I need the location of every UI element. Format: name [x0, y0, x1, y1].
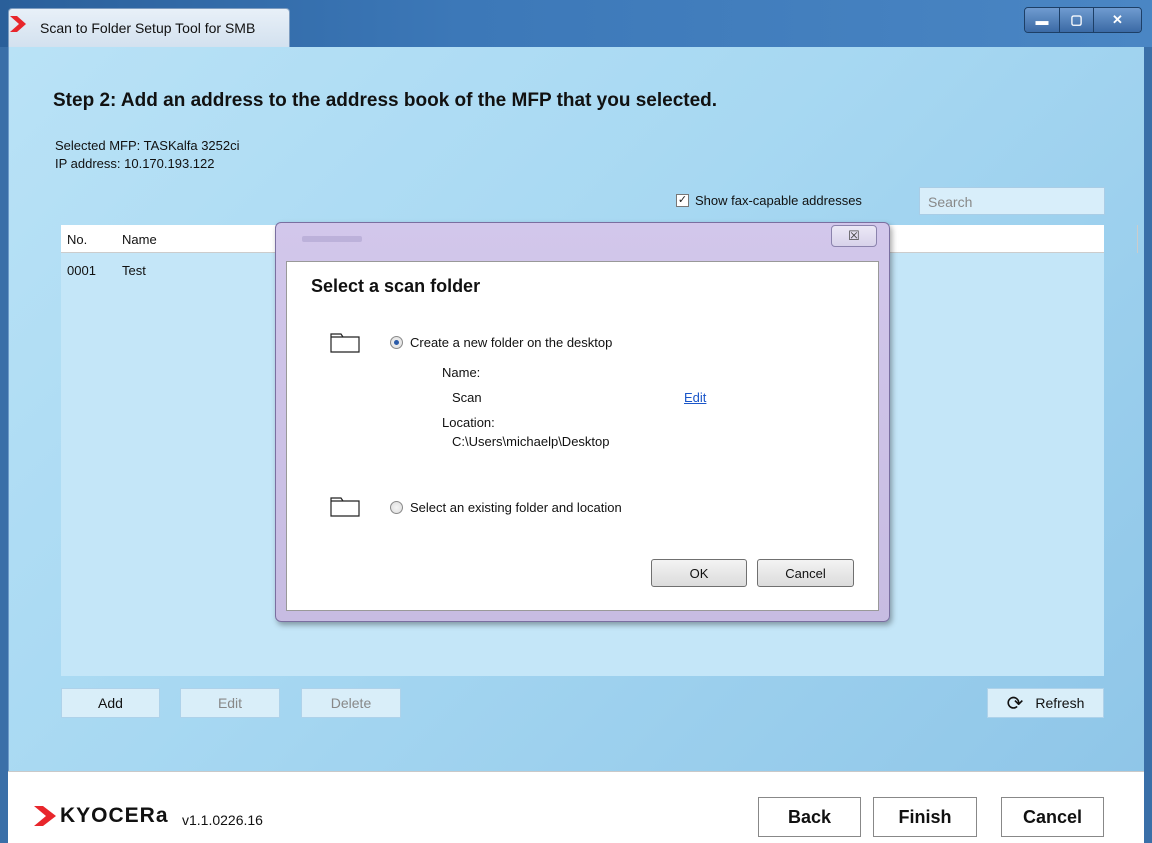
location-value: C:\Users\michaelp\Desktop	[452, 434, 610, 449]
select-existing-folder-label: Select an existing folder and location	[410, 500, 622, 515]
maximize-icon[interactable]: ▢	[1059, 8, 1093, 32]
column-header-name[interactable]: Name	[122, 232, 157, 247]
create-new-folder-option[interactable]: Create a new folder on the desktop	[390, 335, 612, 350]
edit-button[interactable]: Edit	[180, 688, 280, 718]
refresh-label: Refresh	[1035, 695, 1085, 711]
version-label: v1.1.0226.16	[182, 812, 263, 828]
folder-name-value: Scan	[452, 390, 482, 405]
fax-capable-checkbox-row[interactable]: ✓ Show fax-capable addresses	[676, 193, 862, 208]
name-label: Name:	[442, 365, 481, 380]
ip-address-label: IP address: 10.170.193.122	[55, 156, 215, 171]
dialog-cancel-button[interactable]: Cancel	[757, 559, 854, 587]
kyocera-logo: KYOCERa	[34, 804, 169, 828]
cancel-button[interactable]: Cancel	[1001, 797, 1104, 837]
close-icon[interactable]: ✕	[1093, 8, 1141, 32]
fax-capable-label: Show fax-capable addresses	[695, 193, 862, 208]
ok-button[interactable]: OK	[651, 559, 747, 587]
table-row-no[interactable]: 0001	[67, 263, 96, 278]
footer: KYOCERa v1.1.0226.16 Back Finish Cancel	[8, 771, 1144, 843]
dialog-heading: Select a scan folder	[311, 276, 481, 296]
window-title: Scan to Folder Setup Tool for SMB	[40, 20, 256, 36]
dialog-title-blur	[302, 236, 362, 242]
refresh-icon: ⟳	[1006, 692, 1024, 715]
refresh-button[interactable]: ⟳ Refresh	[987, 688, 1104, 718]
folder-icon	[330, 333, 360, 353]
dialog-body: Select a scan folder Create a new folder…	[286, 261, 879, 611]
dialog-close-icon[interactable]: ☒	[831, 225, 877, 247]
column-divider	[1137, 225, 1138, 253]
fax-capable-checkbox[interactable]: ✓	[676, 194, 689, 207]
select-existing-folder-option[interactable]: Select an existing folder and location	[390, 500, 622, 515]
add-button[interactable]: Add	[61, 688, 160, 718]
back-button[interactable]: Back	[758, 797, 861, 837]
page-title: Step 2: Add an address to the address bo…	[53, 90, 718, 111]
create-new-folder-radio[interactable]	[390, 336, 403, 349]
kyocera-logo-icon	[34, 806, 56, 826]
table-row-name[interactable]: Test	[122, 263, 146, 278]
kyocera-app-icon	[10, 16, 26, 32]
edit-name-link[interactable]: Edit	[684, 390, 706, 405]
title-bar: Scan to Folder Setup Tool for SMB ▬ ▢ ✕	[0, 0, 1152, 47]
minimize-icon[interactable]: ▬	[1025, 8, 1059, 32]
select-existing-folder-radio[interactable]	[390, 501, 403, 514]
window-controls: ▬ ▢ ✕	[1024, 7, 1142, 33]
delete-button[interactable]: Delete	[301, 688, 401, 718]
create-new-folder-label: Create a new folder on the desktop	[410, 335, 613, 350]
kyocera-logo-text: KYOCERa	[60, 804, 169, 827]
finish-button[interactable]: Finish	[873, 797, 977, 837]
search-input[interactable]: Search	[919, 187, 1105, 215]
selected-mfp-label: Selected MFP: TASKalfa 3252ci	[55, 138, 240, 153]
location-label: Location:	[442, 415, 495, 430]
folder-icon	[330, 497, 360, 517]
column-header-no[interactable]: No.	[67, 232, 87, 247]
select-folder-dialog: ☒ Select a scan folder Create a new fold…	[275, 222, 890, 622]
